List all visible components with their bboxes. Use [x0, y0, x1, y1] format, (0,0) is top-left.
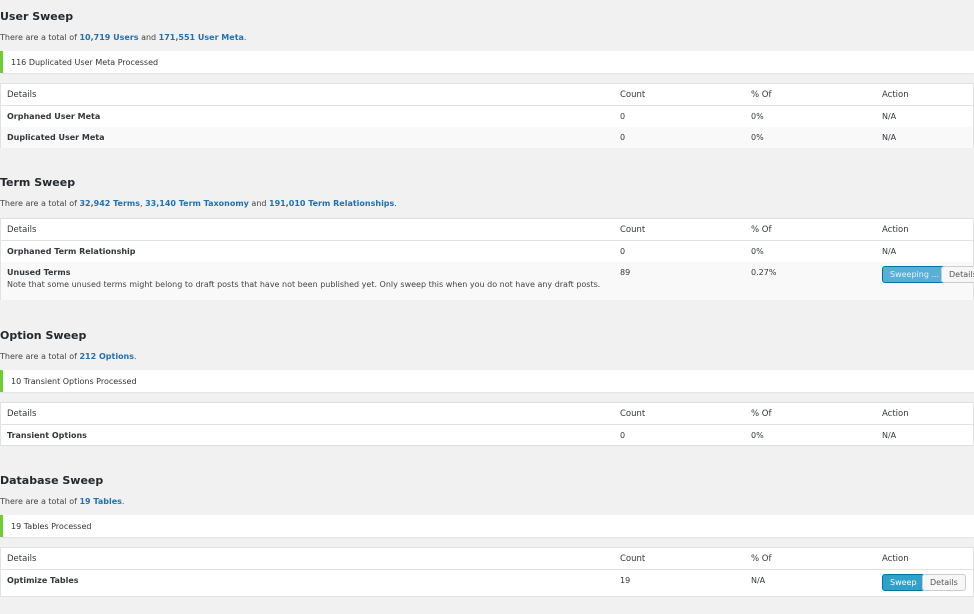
table-header: Details Count % Of Action	[1, 548, 973, 570]
option-sweep-notice: 10 Transient Options Processed	[0, 370, 974, 392]
summary-text: .	[134, 352, 137, 361]
row-action: N/A	[882, 112, 897, 121]
row-count: 0	[620, 133, 626, 142]
user-meta-count-link[interactable]: 171,551 User Meta	[159, 33, 244, 42]
row-action: N/A	[882, 133, 897, 142]
column-percent: % Of	[751, 225, 772, 235]
summary-text: .	[121, 497, 125, 506]
column-details: Details	[7, 225, 37, 235]
table-header: Details Count % Of Action	[1, 403, 973, 425]
user-sweep-table: Details Count % Of Action Orphaned User …	[0, 83, 974, 148]
term-sweep-summary: There are a total of 32,942 Terms, 33,14…	[0, 199, 397, 208]
summary-text: There are a total of	[0, 352, 80, 361]
column-count: Count	[620, 90, 646, 100]
row-note: Note that some unused terms might belong…	[7, 280, 601, 289]
row-name: Duplicated User Meta	[7, 133, 105, 142]
term-sweep-table: Details Count % Of Action Orphaned Term …	[0, 218, 974, 300]
terms-count-link[interactable]: 32,942 Terms	[79, 199, 140, 208]
summary-text: .	[243, 33, 247, 42]
row-percent: 0%	[751, 133, 764, 142]
table-row: Orphaned Term Relationship 0 0% N/A	[1, 241, 973, 262]
column-details: Details	[7, 554, 37, 564]
database-sweep-summary: There are a total of 19 Tables.	[0, 497, 124, 506]
row-name: Transient Options	[7, 431, 87, 440]
summary-text: There are a total of	[0, 497, 80, 506]
row-name: Unused Terms	[7, 268, 71, 277]
row-action: N/A	[882, 247, 897, 256]
sweeping-button[interactable]: Sweeping ...	[882, 266, 948, 283]
options-count-link[interactable]: 212 Options	[79, 352, 134, 361]
column-percent: % Of	[751, 554, 772, 564]
user-sweep-title: User Sweep	[0, 10, 74, 23]
column-action: Action	[882, 554, 909, 564]
column-details: Details	[7, 409, 37, 419]
row-percent: N/A	[751, 576, 766, 585]
option-sweep-table: Details Count % Of Action Transient Opti…	[0, 402, 974, 446]
row-count: 0	[620, 112, 626, 121]
table-row: Orphaned User Meta 0 0% N/A	[1, 106, 973, 127]
users-count-link[interactable]: 10,719 Users	[79, 33, 138, 42]
row-percent: 0%	[751, 247, 764, 256]
summary-text: There are a total of	[0, 33, 80, 42]
term-sweep-title: Term Sweep	[0, 176, 76, 189]
column-count: Count	[620, 409, 646, 419]
details-button[interactable]: Details	[922, 574, 966, 591]
database-sweep-notice: 19 Tables Processed	[0, 515, 974, 537]
column-action: Action	[882, 225, 909, 235]
row-percent: 0%	[751, 431, 764, 440]
table-header: Details Count % Of Action	[1, 219, 973, 241]
column-action: Action	[882, 90, 909, 100]
row-name: Optimize Tables	[7, 576, 79, 585]
database-sweep-title: Database Sweep	[0, 474, 104, 487]
row-count: 89	[620, 268, 631, 277]
summary-text: and	[248, 199, 270, 208]
row-percent: 0%	[751, 112, 764, 121]
table-row: Transient Options 0 0% N/A	[1, 425, 973, 446]
table-row: Optimize Tables 19 N/A Sweep Details	[1, 570, 973, 597]
summary-text: and	[138, 33, 159, 42]
column-percent: % Of	[751, 409, 772, 419]
table-row: Duplicated User Meta 0 0% N/A	[1, 127, 973, 148]
notice-text: 19 Tables Processed	[11, 522, 92, 531]
summary-text: .	[394, 199, 397, 208]
row-action: N/A	[882, 431, 897, 440]
summary-text: There are a total of	[0, 199, 80, 208]
option-sweep-title: Option Sweep	[0, 329, 87, 342]
column-count: Count	[620, 554, 646, 564]
row-count: 0	[620, 431, 626, 440]
database-sweep-table: Details Count % Of Action Optimize Table…	[0, 547, 974, 597]
table-header: Details Count % Of Action	[1, 84, 973, 106]
column-action: Action	[882, 409, 909, 419]
column-details: Details	[7, 90, 37, 100]
table-row: Unused Terms Note that some unused terms…	[1, 262, 974, 300]
user-sweep-summary: There are a total of 10,719 Users and 17…	[0, 33, 246, 42]
option-sweep-summary: There are a total of 212 Options.	[0, 352, 137, 361]
column-percent: % Of	[751, 90, 772, 100]
row-count: 0	[620, 247, 626, 256]
sweep-button[interactable]: Sweep	[882, 574, 925, 591]
column-count: Count	[620, 225, 646, 235]
tables-count-link[interactable]: 19 Tables	[79, 497, 121, 506]
row-name: Orphaned Term Relationship	[7, 247, 136, 256]
row-name: Orphaned User Meta	[7, 112, 101, 121]
row-count: 19	[620, 576, 631, 585]
notice-text: 10 Transient Options Processed	[11, 377, 137, 386]
row-percent: 0.27%	[751, 268, 777, 277]
user-sweep-notice: 116 Duplicated User Meta Processed	[0, 51, 974, 73]
notice-text: 116 Duplicated User Meta Processed	[11, 58, 159, 67]
details-button[interactable]: Details	[941, 266, 974, 283]
term-taxonomy-count-link[interactable]: 33,140 Term Taxonomy	[145, 199, 249, 208]
term-relationships-count-link[interactable]: 191,010 Term Relationships	[269, 199, 394, 208]
